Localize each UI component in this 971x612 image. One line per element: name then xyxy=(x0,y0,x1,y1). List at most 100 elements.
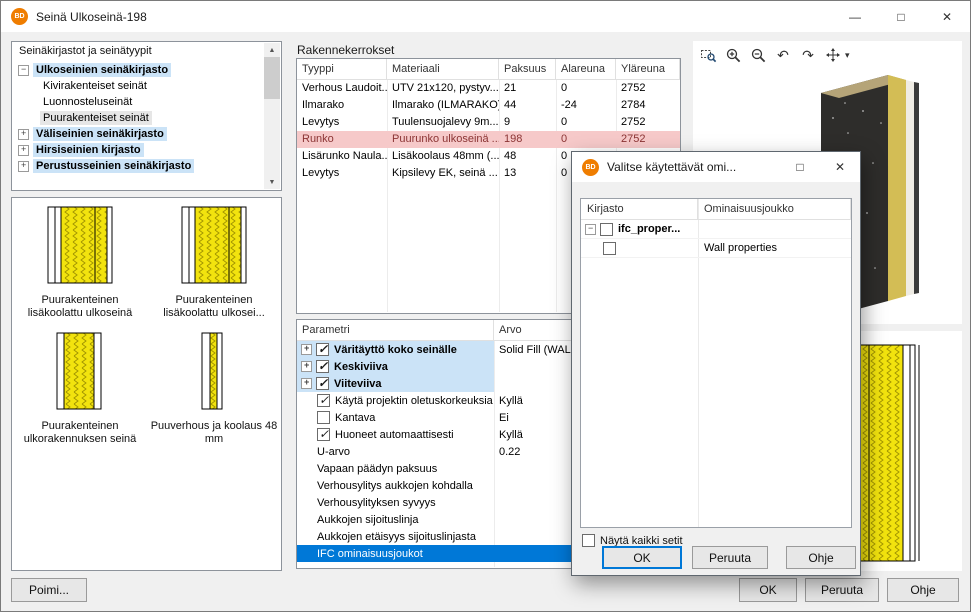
cell-paksuus: 9 xyxy=(499,114,556,131)
close-button[interactable]: ✕ xyxy=(924,1,970,32)
tree-item[interactable]: + Väliseinien seinäkirjasto xyxy=(14,126,262,142)
property-set-row[interactable]: − ifc_proper... xyxy=(581,220,851,239)
column-header-materiaali[interactable]: Materiaali xyxy=(387,59,499,79)
cell-ylareuna: 2752 xyxy=(616,131,680,148)
cell-alareuna: 0 xyxy=(556,80,616,97)
checkbox-checked[interactable] xyxy=(317,394,330,407)
layer-row[interactable]: Verhous Laudoit... UTV 21x120, pystyv...… xyxy=(297,80,680,97)
modal-window-controls: □ ✕ xyxy=(780,152,860,182)
modal-close-button[interactable]: ✕ xyxy=(820,152,860,182)
wall-thumbnail-image xyxy=(56,332,104,410)
cell-ylareuna: 2784 xyxy=(616,97,680,114)
help-button[interactable]: Ohje xyxy=(887,578,959,602)
thumbnail-item[interactable]: Puuverhous ja koolaus 48 mm xyxy=(148,332,280,446)
zoom-window-icon[interactable] xyxy=(699,46,717,64)
modal-maximize-button[interactable]: □ xyxy=(780,152,820,182)
cell-materiaali: Lisäkoolaus 48mm (... xyxy=(387,148,499,165)
cell-alareuna: -24 xyxy=(556,97,616,114)
column-header-ominaisuusjoukko[interactable]: Ominaisuusjoukko xyxy=(698,199,851,219)
parameter-label: Väritäyttö koko seinälle xyxy=(334,344,457,356)
tree-item-label: Hirsiseinien kirjasto xyxy=(33,143,144,157)
tree-scrollbar[interactable]: ▲ ▼ xyxy=(264,43,280,189)
layer-row[interactable]: Ilmarako Ilmarako (ILMARAKO) 44 -24 2784 xyxy=(297,97,680,114)
tree-item[interactable]: Puurakenteiset seinät xyxy=(14,110,262,126)
cell-materiaali: UTV 21x120, pystyv... xyxy=(387,80,499,97)
layers-header-row: Tyyppi Materiaali Paksuus Alareuna Yläre… xyxy=(297,59,680,80)
cell-paksuus: 13 xyxy=(499,165,556,182)
dropdown-arrow-icon[interactable]: ▾ xyxy=(845,50,850,61)
tree-item[interactable]: + Perustusseinien seinäkirjasto xyxy=(14,158,262,174)
modal-title-bar: BD Valitse käytettävät omi... □ ✕ xyxy=(572,152,860,182)
modal-cancel-button[interactable]: Peruuta xyxy=(692,546,768,569)
column-header-tyyppi[interactable]: Tyyppi xyxy=(297,59,387,79)
poimi-button[interactable]: Poimi... xyxy=(11,578,87,602)
parameter-label: IFC ominaisuusjoukot xyxy=(317,548,423,560)
layer-row[interactable]: Levytys Tuulensuojalevy 9m... 9 0 2752 xyxy=(297,114,680,131)
tree-item[interactable]: Kivirakenteiset seinät xyxy=(14,78,262,94)
cell-tyyppi: Lisärunko Naula... xyxy=(297,148,387,165)
library-label: ifc_proper... xyxy=(618,223,680,235)
column-header-alareuna[interactable]: Alareuna xyxy=(556,59,616,79)
checkbox-checked[interactable] xyxy=(316,360,329,373)
parameter-label: Kantava xyxy=(335,412,375,424)
app-logo-icon: BD xyxy=(11,8,28,25)
cell-ylareuna: 2752 xyxy=(616,114,680,131)
layer-row-selected[interactable]: Runko Puurunko ulkoseinä ... 198 0 2752 xyxy=(297,131,680,148)
column-header-paksuus[interactable]: Paksuus xyxy=(499,59,556,79)
checkbox-unchecked[interactable] xyxy=(317,411,330,424)
set-label: Wall properties xyxy=(698,242,851,254)
layers-section-title: Rakennekerrokset xyxy=(297,43,394,57)
cell-tyyppi: Ilmarako xyxy=(297,97,387,114)
expand-icon[interactable]: + xyxy=(18,161,29,172)
expand-icon[interactable]: + xyxy=(18,145,29,156)
expand-icon[interactable]: + xyxy=(301,378,312,389)
modal-ok-button[interactable]: OK xyxy=(602,546,682,569)
collapse-icon[interactable]: − xyxy=(585,224,596,235)
collapse-icon[interactable]: − xyxy=(18,65,29,76)
parameter-label: Viiteviiva xyxy=(334,378,382,390)
expand-icon[interactable]: + xyxy=(301,361,312,372)
scroll-up-icon[interactable]: ▲ xyxy=(264,43,280,57)
checkbox-unchecked[interactable] xyxy=(603,242,616,255)
wall-type-thumbnails-panel: Puurakenteinen lisäkoolattu ulkoseinä Pu… xyxy=(11,197,282,571)
ok-button[interactable]: OK xyxy=(739,578,797,602)
property-sets-dialog: BD Valitse käytettävät omi... □ ✕ Kirjas… xyxy=(571,151,861,576)
column-header-ylareuna[interactable]: Yläreuna xyxy=(616,59,680,79)
tree-item[interactable]: − Ulkoseinien seinäkirjasto xyxy=(14,62,262,78)
scroll-down-icon[interactable]: ▼ xyxy=(264,175,280,189)
pan-icon[interactable] xyxy=(824,46,842,64)
tree-item[interactable]: Luonnosteluseinät xyxy=(14,94,262,110)
cancel-button[interactable]: Peruuta xyxy=(805,578,879,602)
window-title: Seinä Ulkoseinä-198 xyxy=(36,10,147,24)
parameter-label: Huoneet automaattisesti xyxy=(335,429,454,441)
tree-panel-header: Seinäkirjastot ja seinätyypit xyxy=(12,42,281,59)
column-header-kirjasto[interactable]: Kirjasto xyxy=(581,199,698,219)
tree-item[interactable]: + Hirsiseinien kirjasto xyxy=(14,142,262,158)
zoom-in-icon[interactable] xyxy=(724,46,742,64)
modal-help-button[interactable]: Ohje xyxy=(786,546,856,569)
checkbox-checked[interactable] xyxy=(316,377,329,390)
zoom-out-icon[interactable] xyxy=(749,46,767,64)
thumbnail-caption: Puurakenteinen lisäkoolattu ulkoseinä xyxy=(14,294,146,320)
show-all-checkbox[interactable] xyxy=(582,534,595,547)
thumbnail-item[interactable]: Puurakenteinen lisäkoolattu ulkosei... xyxy=(148,206,280,320)
property-set-row[interactable]: Wall properties xyxy=(581,239,851,258)
checkbox-checked[interactable] xyxy=(317,428,330,441)
maximize-button[interactable]: □ xyxy=(878,1,924,32)
checkbox-checked[interactable] xyxy=(316,343,329,356)
app-logo-icon: BD xyxy=(582,159,599,176)
expand-icon[interactable]: + xyxy=(18,129,29,140)
scrollbar-thumb[interactable] xyxy=(264,57,280,99)
column-header-parametri[interactable]: Parametri xyxy=(297,320,494,340)
checkbox-unchecked[interactable] xyxy=(600,223,613,236)
parameter-label: Keskiviiva xyxy=(334,361,388,373)
rotate-right-icon[interactable]: ↷ xyxy=(799,46,817,64)
title-bar: BD Seinä Ulkoseinä-198 — □ ✕ xyxy=(1,1,970,32)
thumbnail-item[interactable]: Puurakenteinen ulkorakennuksen seinä xyxy=(14,332,146,446)
tree-item-label: Luonnosteluseinät xyxy=(40,95,135,109)
thumbnail-item[interactable]: Puurakenteinen lisäkoolattu ulkoseinä xyxy=(14,206,146,320)
wall-thumbnail-image xyxy=(201,332,227,410)
rotate-left-icon[interactable]: ↶ xyxy=(774,46,792,64)
minimize-button[interactable]: — xyxy=(832,1,878,32)
expand-icon[interactable]: + xyxy=(301,344,312,355)
